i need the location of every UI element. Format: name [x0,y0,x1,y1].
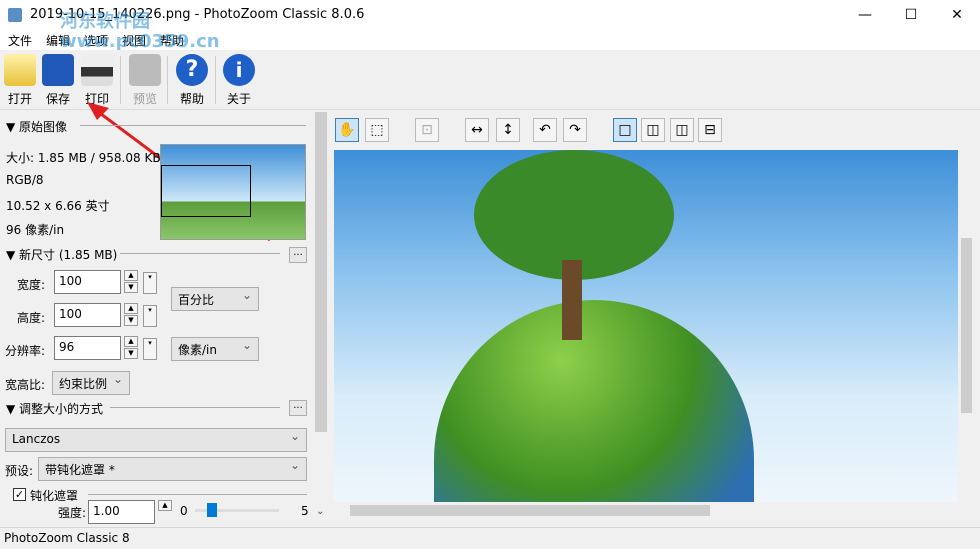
slider-max: 5 [301,504,309,518]
minimize-button[interactable]: — [842,0,888,30]
newsize-more-button[interactable]: ... [289,247,307,263]
original-thumbnail[interactable] [160,144,306,240]
rotate-right-button[interactable]: ↷ [563,118,587,142]
strength-input[interactable]: 1.00 [88,500,155,524]
preset-select[interactable]: 带钝化遮罩 * [38,457,307,481]
vscroll-thumb[interactable] [961,238,972,413]
open-label: 打开 [7,92,32,106]
res-unit-select[interactable]: 像素/in [171,337,259,361]
original-size: 大小: 1.85 MB / 958.08 KB [6,151,161,165]
slider-min: 0 [180,504,188,518]
app-icon [8,8,22,22]
info-icon: i [223,54,255,86]
strength-up[interactable]: ▲ [158,500,172,511]
aspect-select[interactable]: 约束比例 [52,371,130,395]
width-down[interactable]: ▼ [124,282,138,293]
width-up[interactable]: ▲ [124,270,138,281]
save-button[interactable]: 保存 [38,54,78,107]
resolution-label: 分辨率: [5,344,46,358]
image-preview[interactable] [334,150,958,502]
view-toolbar: ✋ ⬚ ⊡ ↔ ↕ ↶ ↷ □ ◫ ◫ ⊟ [330,112,980,148]
method-select[interactable]: Lanczos [5,428,307,452]
newsize-header[interactable]: ▼ 新尺寸 (1.85 MB) [6,246,117,263]
res-down[interactable]: ▼ [124,348,138,359]
aspect-label: 宽高比: [5,378,46,392]
width-label: 宽度: [17,278,46,292]
folder-icon [4,54,36,86]
toolbar-separator [215,56,216,104]
scroll-down-icon[interactable]: ⌄ [316,506,324,517]
globe [434,300,754,502]
original-dpi: 96 像素/in [6,223,65,237]
fit-height-button[interactable]: ↕ [496,118,520,142]
resize-header-label: 调整大小的方式 [19,402,104,416]
fit-width-button[interactable]: ↔ [465,118,489,142]
preset-label: 预设: [5,464,34,478]
close-button[interactable]: ✕ [934,0,980,30]
original-mode: RGB/8 [6,173,44,187]
height-down[interactable]: ▼ [124,315,138,326]
toolbar-separator [167,56,168,104]
rotate-left-button[interactable]: ↶ [533,118,557,142]
save-label: 保存 [45,92,70,106]
unit-select[interactable]: 百分比 [171,287,259,311]
unsharp-checkbox[interactable]: ✓ [13,488,26,501]
select-tool[interactable]: ⬚ [365,118,389,142]
original-header[interactable]: ▼ 原始图像 [6,118,67,135]
settings-panel: ▼ 原始图像 大小: 1.85 MB / 958.08 KB RGB/8 10.… [0,112,312,524]
resolution-input[interactable]: 96 [54,336,121,360]
hscroll-thumb[interactable] [350,505,710,516]
image-vertical-scrollbar[interactable] [958,150,975,502]
preview-icon [129,54,161,86]
original-header-label: 原始图像 [19,120,68,134]
maximize-button[interactable]: ☐ [888,0,934,30]
original-dims: 10.52 x 6.66 英寸 [6,199,110,213]
image-horizontal-scrollbar[interactable] [334,502,958,519]
scrollbar-thumb[interactable] [315,112,327,432]
settings-scrollbar[interactable]: ⌄ [313,112,329,524]
tree-trunk [562,260,582,340]
viewport-rectangle[interactable] [161,165,251,217]
hand-tool[interactable]: ✋ [335,118,359,142]
split-view-button[interactable]: ◫ [641,118,665,142]
printer-icon [81,54,113,86]
stacked-view-button[interactable]: ⊟ [698,118,722,142]
status-bar: PhotoZoom Classic 8 [0,527,980,549]
crop-tool[interactable]: ⊡ [415,118,439,142]
res-up[interactable]: ▲ [124,336,138,347]
unsharp-label: 钝化遮罩 [30,489,79,503]
single-view-button[interactable]: □ [613,118,637,142]
res-menu[interactable]: ▾ [143,338,157,360]
height-up[interactable]: ▲ [124,303,138,314]
watermark: 河东软件园 www.pc0359.cn [60,11,220,52]
width-menu[interactable]: ▾ [143,272,157,294]
strength-label: 强度: [58,506,87,520]
height-input[interactable]: 100 [54,303,121,327]
resize-header[interactable]: ▼ 调整大小的方式 [6,400,103,417]
toolbar-separator [120,56,121,104]
help-icon: ? [176,54,208,86]
height-label: 高度: [17,311,46,325]
resize-more-button[interactable]: ... [289,400,307,416]
open-button[interactable]: 打开 [0,54,40,107]
width-input[interactable]: 100 [54,270,121,294]
menu-file[interactable]: 文件 [8,32,32,49]
save-icon [42,54,74,86]
strength-slider-thumb[interactable] [206,503,217,517]
height-menu[interactable]: ▾ [143,305,157,327]
side-by-side-button[interactable]: ◫ [670,118,694,142]
newsize-header-label: 新尺寸 (1.85 MB) [19,248,118,262]
